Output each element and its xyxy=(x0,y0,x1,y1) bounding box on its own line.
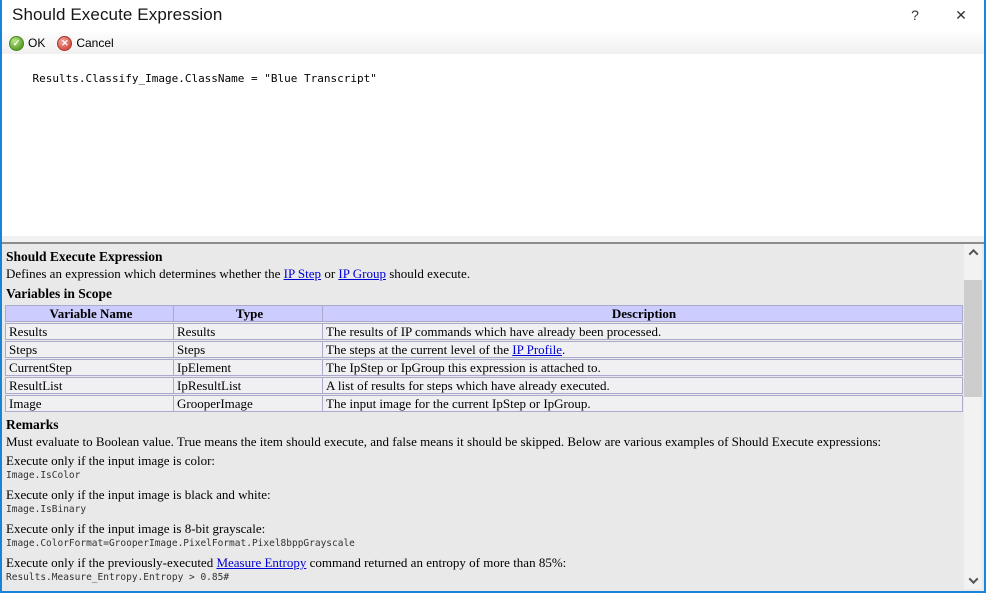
help-panel: Should Execute Expression Defines an exp… xyxy=(2,244,984,591)
example-block: Execute only if the input image is 8-bit… xyxy=(6,520,963,550)
table-row: CurrentStep IpElement The IpStep or IpGr… xyxy=(5,359,963,376)
toolbar: ✓ OK ✕ Cancel xyxy=(2,32,984,54)
dialog-window: Should Execute Expression ? ✕ ✓ OK ✕ Can… xyxy=(0,0,986,593)
table-row: Steps Steps The steps at the current lev… xyxy=(5,341,963,358)
cell-variable-name: Results xyxy=(6,324,174,339)
help-icon: ? xyxy=(911,7,919,23)
example-block: Execute only if the input image is color… xyxy=(6,452,963,482)
cancel-x-icon: ✕ xyxy=(57,35,73,51)
example-block: Execute only if the previously-executed … xyxy=(6,554,963,584)
table-body: Results Results The results of IP comman… xyxy=(5,323,963,412)
ok-button-label: OK xyxy=(28,36,46,50)
help-scrollbar[interactable] xyxy=(964,244,982,589)
cell-description: The input image for the current IpStep o… xyxy=(326,396,591,411)
example-label: Execute only if the previously-executed … xyxy=(6,555,567,570)
variables-heading: Variables in Scope xyxy=(6,286,113,301)
scrollbar-thumb[interactable] xyxy=(964,280,982,397)
remarks-heading: Remarks xyxy=(6,417,59,432)
example-label: Execute only if the input image is black… xyxy=(6,487,271,502)
ok-button[interactable]: ✓ OK xyxy=(7,35,47,52)
column-header-type: Type xyxy=(174,306,323,321)
doc-link[interactable]: IP Profile xyxy=(512,342,562,357)
examples-list: Execute only if the input image is color… xyxy=(6,452,963,584)
cell-description: A list of results for steps which have a… xyxy=(326,378,610,393)
table-row: Results Results The results of IP comman… xyxy=(5,323,963,340)
help-button[interactable]: ? xyxy=(894,0,936,30)
table-row: ResultList IpResultList A list of result… xyxy=(5,377,963,394)
column-header-variable-name: Variable Name xyxy=(6,306,174,321)
cancel-button[interactable]: ✕ Cancel xyxy=(55,35,115,52)
cell-type: IpElement xyxy=(174,360,323,375)
example-code: Results.Measure_Entropy.Entropy > 0.85# xyxy=(6,572,230,583)
close-button[interactable]: ✕ xyxy=(940,0,982,30)
expression-code: Results.Classify_Image.ClassName = "Blue… xyxy=(32,72,377,85)
help-content: Should Execute Expression Defines an exp… xyxy=(2,244,963,591)
cell-type: IpResultList xyxy=(174,378,323,393)
close-icon: ✕ xyxy=(955,6,967,23)
cell-description: The IpStep or IpGroup this expression is… xyxy=(326,360,601,375)
chevron-down-icon xyxy=(968,574,978,585)
cell-variable-name: ResultList xyxy=(6,378,174,393)
column-header-description: Description xyxy=(611,306,677,321)
cell-type: GrooperImage xyxy=(174,396,323,411)
variables-table: Variable Name Type Description Results R… xyxy=(5,305,963,412)
scroll-up-button[interactable] xyxy=(964,244,982,261)
example-code: Image.IsBinary xyxy=(6,504,87,515)
ok-check-icon: ✓ xyxy=(9,35,24,51)
doc-link[interactable]: IP Group xyxy=(338,266,386,281)
expression-editor[interactable]: Results.Classify_Image.ClassName = "Blue… xyxy=(2,54,984,236)
cell-description: The results of IP commands which have al… xyxy=(326,324,662,339)
table-row: Image GrooperImage The input image for t… xyxy=(5,395,963,412)
example-code: Image.ColorFormat=GrooperImage.PixelForm… xyxy=(6,538,355,549)
title-bar: Should Execute Expression ? ✕ xyxy=(2,0,984,32)
cell-variable-name: Image xyxy=(6,396,174,411)
doc-link[interactable]: Measure Entropy xyxy=(216,555,306,570)
dialog-title: Should Execute Expression xyxy=(12,5,223,24)
cell-type: Steps xyxy=(174,342,323,357)
table-header-row: Variable Name Type Description xyxy=(5,305,963,322)
doc-link[interactable]: IP Step xyxy=(284,266,321,281)
example-block: Execute only if the input image is black… xyxy=(6,486,963,516)
cell-variable-name: Steps xyxy=(6,342,174,357)
help-intro: Defines an expression which determines w… xyxy=(6,266,471,281)
example-code: Image.IsColor xyxy=(6,470,81,481)
cell-type: Results xyxy=(174,324,323,339)
help-heading: Should Execute Expression xyxy=(6,249,163,264)
cell-variable-name: CurrentStep xyxy=(6,360,174,375)
remarks-text: Must evaluate to Boolean value. True mea… xyxy=(6,434,882,449)
cell-description: The steps at the current level of the IP… xyxy=(326,342,566,357)
cancel-button-label: Cancel xyxy=(76,36,114,50)
example-label: Execute only if the input image is color… xyxy=(6,453,216,468)
example-label: Execute only if the input image is 8-bit… xyxy=(6,521,266,536)
scroll-down-button[interactable] xyxy=(964,572,982,589)
chevron-up-icon xyxy=(968,248,978,259)
